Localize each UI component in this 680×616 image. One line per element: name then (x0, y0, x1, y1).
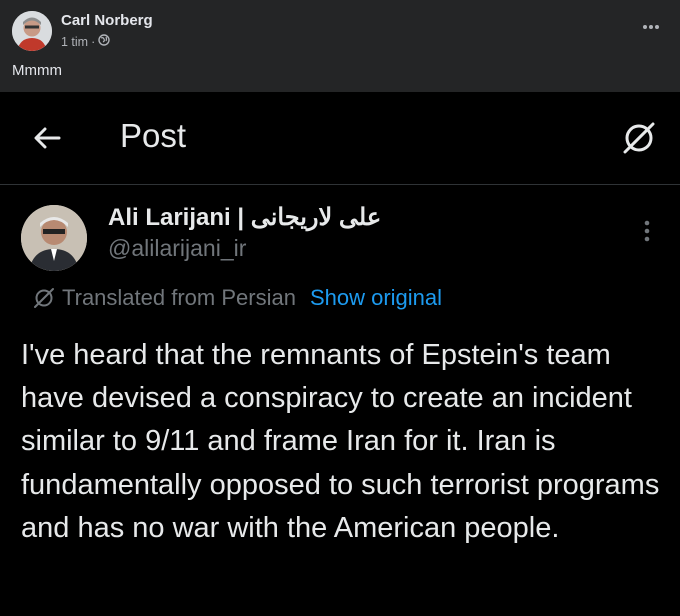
more-options-icon[interactable] (642, 14, 660, 35)
show-original-link[interactable]: Show original (310, 285, 442, 311)
more-vertical-icon[interactable] (640, 219, 654, 243)
avatar[interactable] (12, 11, 52, 51)
post-text: Mmmm (12, 62, 62, 79)
translated-label: Translated from Persian (62, 285, 296, 310)
author-name[interactable]: Carl Norberg (61, 12, 153, 29)
meta-separator: · (91, 34, 96, 49)
header-divider (0, 184, 680, 185)
page-title: Post (120, 117, 187, 154)
translation-row: Translated from Persian Show original (32, 285, 442, 311)
tweet-display-name[interactable]: Ali Larijani | علی لاریجانی (108, 203, 381, 232)
tweet-handle[interactable]: @alilarijani_ir (108, 235, 246, 262)
grok-icon[interactable] (620, 119, 658, 157)
tweet-avatar[interactable] (21, 205, 87, 271)
post-header: Carl Norberg 1 tim · Mmmm (0, 0, 680, 92)
x-post-screenshot: Post Ali Larijani | علی لاریجانی @alilar… (0, 92, 680, 616)
globe-icon (98, 34, 110, 49)
x-header: Post (0, 92, 680, 184)
back-arrow-icon[interactable] (31, 122, 63, 154)
grok-translate-icon (32, 286, 56, 310)
post-meta: 1 tim · (61, 34, 110, 49)
post-time[interactable]: 1 tim (61, 35, 88, 49)
facebook-post: Carl Norberg 1 tim · Mmmm Post Ali Larij… (0, 0, 680, 616)
tweet-text: I've heard that the remnants of Epstein'… (21, 339, 660, 544)
